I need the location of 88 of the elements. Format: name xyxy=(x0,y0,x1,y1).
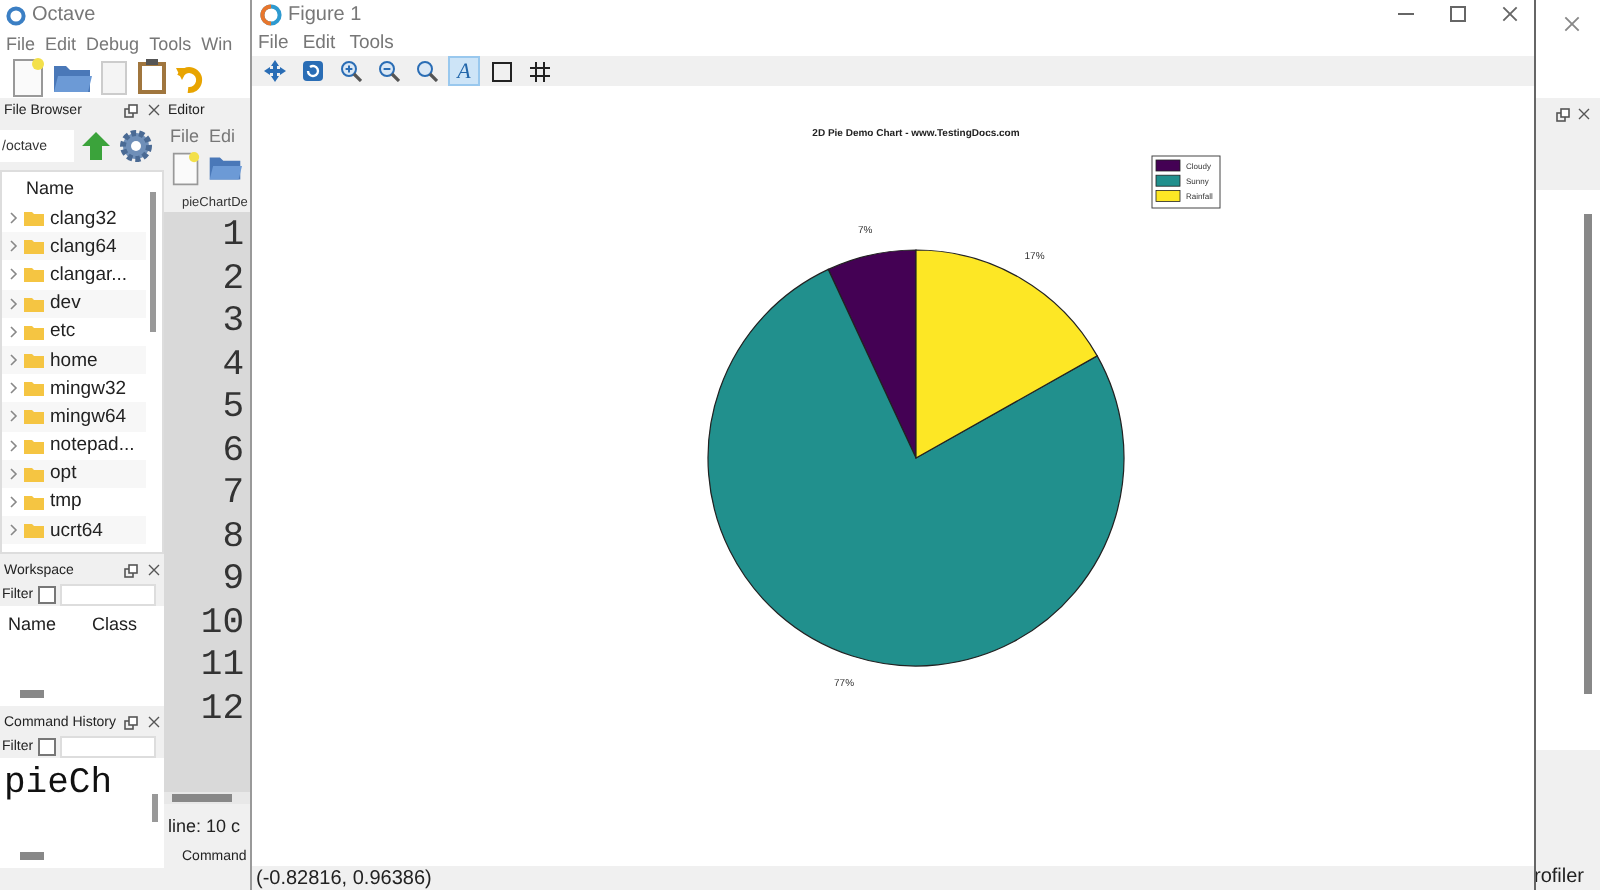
cursor-coordinates: (-0.82816, 0.96386) xyxy=(256,867,432,890)
chevron-icon xyxy=(10,325,18,338)
scrollbar-thumb[interactable] xyxy=(20,852,44,860)
zoom-out-icon xyxy=(377,60,399,83)
toolbar-button[interactable]: A xyxy=(448,56,480,87)
text-tool-label: A xyxy=(457,59,471,84)
chevron-icon xyxy=(10,240,18,253)
zoom-in-icon xyxy=(339,60,361,83)
menu-item[interactable]: Debug xyxy=(86,33,140,53)
scrollbar-thumb[interactable] xyxy=(1584,214,1592,694)
menu-item[interactable]: Edit xyxy=(45,33,77,53)
tree-row[interactable]: mingw32 xyxy=(2,374,146,403)
close-icon[interactable] xyxy=(1564,16,1580,32)
tree-row[interactable]: ucrt64 xyxy=(2,516,146,545)
close-icon[interactable] xyxy=(148,104,160,116)
window-title: Octave xyxy=(32,4,96,26)
float-icon xyxy=(124,103,138,117)
chevron-icon xyxy=(10,410,18,423)
up-arrow-icon[interactable] xyxy=(82,132,110,160)
toolbar-button[interactable] xyxy=(524,56,556,87)
chevron-icon xyxy=(10,495,18,508)
scrollbar-thumb[interactable] xyxy=(152,794,158,822)
tree-row[interactable]: home xyxy=(2,345,146,375)
tree-row[interactable]: mingw64 xyxy=(2,402,146,431)
maximize-icon[interactable] xyxy=(1450,6,1466,23)
close-icon[interactable] xyxy=(1502,6,1518,23)
line-number: 10 xyxy=(200,603,244,646)
gear-icon[interactable] xyxy=(118,128,154,164)
toolbar-button[interactable] xyxy=(486,56,518,87)
figure-logo-icon xyxy=(260,3,282,26)
column-header[interactable]: Class xyxy=(92,614,138,682)
menu-item[interactable]: Win xyxy=(201,33,233,53)
new-file-icon[interactable] xyxy=(172,151,200,185)
grid-icon xyxy=(530,61,550,82)
line-number: 2 xyxy=(222,259,244,302)
chevron-icon xyxy=(10,297,18,310)
line-number: 4 xyxy=(222,345,244,388)
column-header[interactable]: Name xyxy=(2,172,162,204)
float-icon xyxy=(124,715,138,729)
line-number: 5 xyxy=(222,388,244,431)
window-title: Figure 1 xyxy=(288,3,362,26)
menu-item[interactable]: Edi xyxy=(209,125,236,145)
tree-row[interactable]: notepad... xyxy=(2,431,146,460)
filter-checkbox[interactable] xyxy=(37,737,56,755)
chevron-icon xyxy=(10,439,18,452)
new-file-icon[interactable] xyxy=(12,57,44,97)
close-icon[interactable] xyxy=(148,716,160,728)
line-number: 3 xyxy=(222,302,244,345)
close-icon[interactable] xyxy=(1578,108,1590,120)
clipboard-icon[interactable] xyxy=(136,58,168,96)
folder-icon[interactable] xyxy=(52,61,92,93)
float-icon xyxy=(124,563,138,577)
menu-item[interactable]: File xyxy=(6,33,36,53)
chevron-icon xyxy=(10,268,18,281)
scrollbar-thumb[interactable] xyxy=(20,690,44,698)
menu-item[interactable]: File xyxy=(258,31,289,54)
tree-row[interactable]: clang64 xyxy=(2,232,146,261)
folder-icon[interactable] xyxy=(207,154,242,182)
line-number: 8 xyxy=(222,517,244,560)
rotate-icon xyxy=(301,60,323,83)
chevron-icon xyxy=(10,382,18,395)
magnifier-icon xyxy=(415,60,437,83)
tree-row[interactable]: dev xyxy=(2,289,146,318)
line-number: 7 xyxy=(222,474,244,517)
line-number: 6 xyxy=(222,431,244,474)
line-number: 1 xyxy=(222,216,244,259)
line-number: 11 xyxy=(200,646,244,689)
cursor-position: line: 10 c xyxy=(166,814,243,836)
filter-checkbox[interactable] xyxy=(37,585,56,603)
chevron-icon xyxy=(10,354,18,367)
scrollbar-thumb[interactable] xyxy=(150,192,156,332)
menu-item[interactable]: Edit xyxy=(302,31,336,54)
tree-row[interactable]: opt xyxy=(2,459,146,488)
square-icon xyxy=(492,61,512,82)
pan-icon xyxy=(263,60,285,83)
chevron-icon xyxy=(10,467,18,480)
chevron-icon xyxy=(10,212,18,225)
scrollbar-thumb[interactable] xyxy=(172,794,232,802)
line-number: 9 xyxy=(222,560,244,603)
column-header[interactable]: Name xyxy=(8,614,57,682)
close-icon[interactable] xyxy=(148,564,160,576)
chevron-icon xyxy=(10,524,18,537)
menu-item[interactable]: Tools xyxy=(349,31,394,54)
float-icon xyxy=(1556,107,1570,121)
menu-item[interactable]: File xyxy=(170,125,200,145)
menu-item[interactable]: Tools xyxy=(149,33,192,53)
line-number: 12 xyxy=(200,689,244,732)
app-logo-icon xyxy=(6,5,26,25)
